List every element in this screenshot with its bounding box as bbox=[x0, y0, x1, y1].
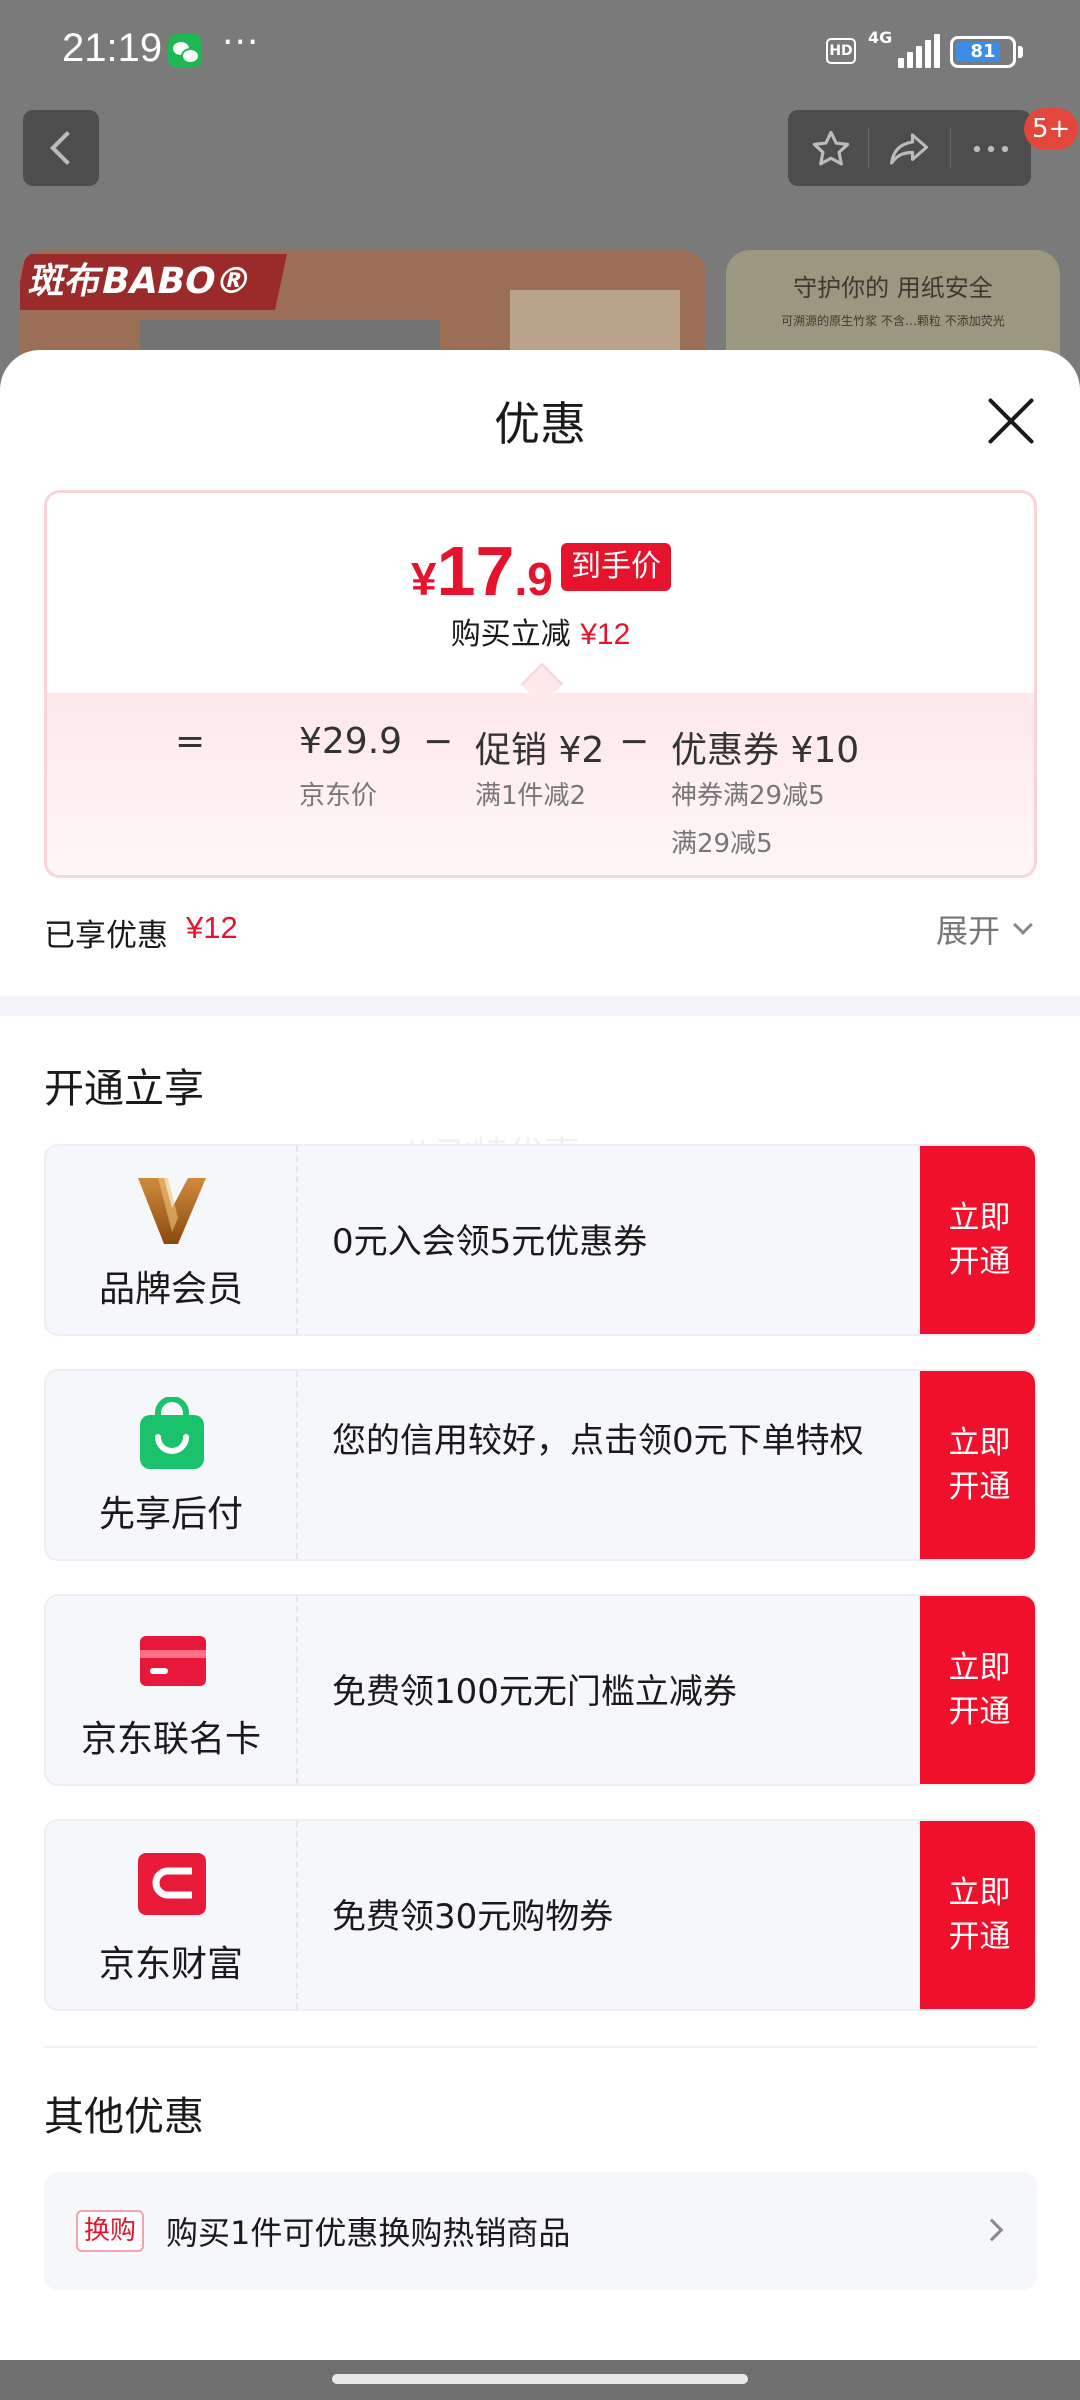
credit-card-icon bbox=[140, 1636, 206, 1686]
enjoyed-label: 已享优惠 bbox=[44, 918, 168, 954]
offer-card-cobrand-card[interactable]: 京东联名卡 免费领100元无门槛立减券 立即开通 bbox=[44, 1594, 1037, 1786]
status-bar: 21:19 ··· HD 4G 81 bbox=[0, 0, 1080, 100]
jd-finance-icon bbox=[138, 1853, 206, 1915]
minus-sign: − bbox=[619, 721, 650, 762]
brand-logo: 斑布BABO® bbox=[20, 254, 288, 310]
discount-sheet: 优惠 ¥17.9 到手价 购买立减 ¥12 = ¥29.9 京东价 − 促销 ¥… bbox=[0, 350, 1080, 2360]
sheet-title: 优惠 bbox=[494, 397, 586, 451]
more-notifications-icon: ··· bbox=[222, 22, 260, 63]
enjoyed-value: ¥12 bbox=[186, 910, 238, 945]
open-section-title: 开通立享 bbox=[44, 1066, 204, 1112]
offer-desc: 0元入会领5元优惠券 bbox=[332, 1222, 648, 1262]
equals-sign: = bbox=[175, 721, 206, 762]
offer-name: 京东财富 bbox=[98, 1944, 243, 1985]
open-now-button[interactable]: 立即开通 bbox=[920, 1821, 1035, 2009]
shopping-bag-icon bbox=[140, 1397, 204, 1469]
offer-card-jd-finance[interactable]: 京东财富 免费领30元购物券 立即开通 bbox=[44, 1819, 1037, 2011]
offer-name: 京东联名卡 bbox=[80, 1719, 261, 1760]
brand-v-icon bbox=[138, 1178, 206, 1244]
more-icon[interactable] bbox=[970, 128, 1012, 170]
chevron-right-icon bbox=[980, 2218, 1004, 2242]
offer-desc: 您的信用较好，点击领0元下单特权 bbox=[332, 1421, 864, 1461]
minus-sign: − bbox=[423, 721, 454, 762]
battery-percent: 81 bbox=[970, 41, 996, 62]
open-now-label: 立即开通 bbox=[948, 1875, 1011, 1955]
status-time: 21:19 bbox=[62, 26, 163, 70]
offer-name: 品牌会员 bbox=[98, 1269, 243, 1310]
hd-icon: HD bbox=[826, 38, 856, 64]
other-section-title: 其他优惠 bbox=[44, 2094, 204, 2140]
promo-rule: 满1件减2 bbox=[475, 781, 587, 811]
back-icon[interactable] bbox=[23, 110, 99, 186]
exchange-offer-text: 购买1件可优惠换购热销商品 bbox=[166, 2214, 571, 2252]
chevron-down-icon[interactable] bbox=[1013, 915, 1033, 935]
offer-card-pay-later[interactable]: 先享后付 您的信用较好，点击领0元下单特权 立即开通 bbox=[44, 1369, 1037, 1561]
expand-button[interactable]: 展开 bbox=[936, 906, 1000, 952]
open-now-button[interactable]: 立即开通 bbox=[920, 1596, 1035, 1784]
final-price-decimal: .9 bbox=[514, 553, 553, 605]
open-now-button[interactable]: 立即开通 bbox=[920, 1371, 1035, 1559]
offer-card-brand-member[interactable]: 品牌会员 0元入会领5元优惠券 立即开通 bbox=[44, 1144, 1037, 1336]
list-price: ¥29.9 bbox=[299, 721, 403, 762]
promo-banner-subtitle: 可溯源的原生竹浆 不含…颗粒 不添加荧光 bbox=[781, 314, 1005, 328]
top-actions bbox=[788, 110, 1031, 186]
final-price-currency: ¥ bbox=[411, 553, 437, 605]
final-price: ¥17.9 bbox=[411, 531, 553, 611]
offer-desc: 免费领100元无门槛立减券 bbox=[332, 1672, 737, 1712]
coupon-rule-1: 神券满29减5 bbox=[671, 781, 825, 811]
offer-left: 品牌会员 bbox=[46, 1146, 298, 1334]
final-price-tag: 到手价 bbox=[561, 543, 671, 591]
saved-value: ¥12 bbox=[580, 618, 631, 651]
network-type: 4G bbox=[868, 28, 893, 47]
exchange-offer-row[interactable]: 换购 购买1件可优惠换购热销商品 bbox=[44, 2172, 1037, 2290]
open-now-label: 立即开通 bbox=[948, 1425, 1011, 1505]
offer-left: 先享后付 bbox=[46, 1371, 298, 1559]
close-icon[interactable] bbox=[986, 396, 1036, 446]
final-price-integer: 17 bbox=[436, 532, 515, 610]
wechat-notification-icon bbox=[168, 34, 202, 68]
saved-line: 购买立减 ¥12 bbox=[47, 609, 1034, 653]
coupon-rule-2: 满29减5 bbox=[671, 829, 773, 859]
share-icon[interactable] bbox=[888, 128, 930, 170]
open-now-button[interactable]: 立即开通 bbox=[920, 1146, 1035, 1334]
offer-name: 先享后付 bbox=[98, 1494, 243, 1535]
notification-badge: 5+ bbox=[1024, 108, 1079, 150]
exchange-tag: 换购 bbox=[76, 2210, 145, 2252]
home-indicator[interactable] bbox=[332, 2374, 748, 2384]
list-price-label: 京东价 bbox=[299, 781, 378, 811]
offer-desc: 免费领30元购物券 bbox=[332, 1897, 614, 1937]
price-card: ¥17.9 到手价 购买立减 ¥12 = ¥29.9 京东价 − 促销 ¥2 满… bbox=[44, 490, 1037, 878]
battery-icon: 81 bbox=[950, 36, 1016, 68]
coupon-amount: 优惠券 ¥10 bbox=[671, 730, 860, 771]
offer-left: 京东财富 bbox=[46, 1821, 298, 2009]
open-now-label: 立即开通 bbox=[948, 1650, 1011, 1730]
divider bbox=[44, 2046, 1037, 2048]
promo-banner-title: 守护你的 用纸安全 bbox=[793, 274, 993, 302]
section-divider bbox=[0, 996, 1080, 1016]
promo-amount: 促销 ¥2 bbox=[475, 730, 605, 771]
open-now-label: 立即开通 bbox=[948, 1200, 1011, 1280]
offer-left: 京东联名卡 bbox=[46, 1596, 298, 1784]
saved-label: 购买立减 bbox=[450, 617, 571, 652]
signal-icon bbox=[898, 34, 940, 68]
star-icon[interactable] bbox=[810, 128, 852, 170]
battery-cap bbox=[1018, 46, 1023, 58]
